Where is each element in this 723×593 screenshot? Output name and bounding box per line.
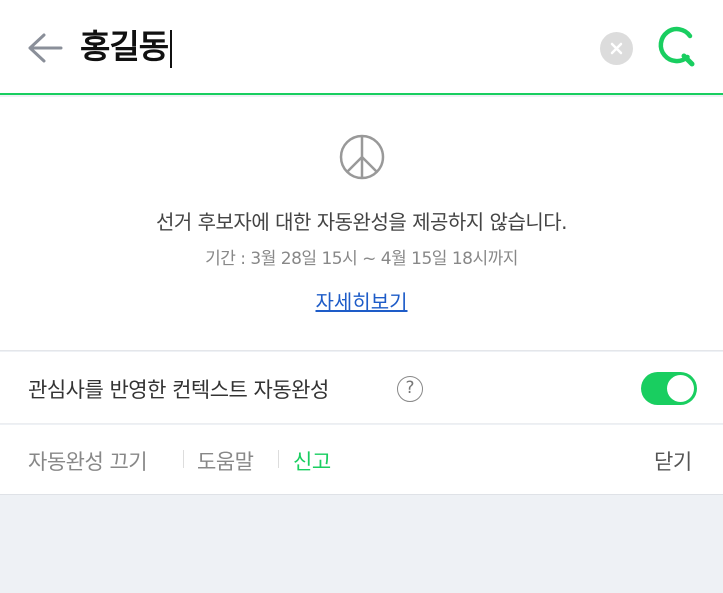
search-query-text: 홍길동 (80, 27, 169, 66)
back-arrow-icon[interactable] (24, 27, 64, 67)
notice-message: 선거 후보자에 대한 자동완성을 제공하지 않습니다. (155, 210, 568, 234)
context-autocomplete-row: 관심사를 반영한 컨텍스트 자동완성 ? (0, 352, 723, 424)
divider (183, 450, 184, 468)
search-bar: 홍길동 (0, 0, 723, 95)
election-peace-icon (338, 133, 386, 181)
autocomplete-footer: 자동완성 끄기 도움말 신고 닫기 (0, 425, 723, 495)
notice-period: 기간 : 3월 28일 15시 ~ 4월 15일 18시까지 (205, 249, 518, 269)
text-caret (170, 29, 173, 68)
help-link[interactable]: 도움말 (197, 446, 254, 476)
turn-off-autocomplete-link[interactable]: 자동완성 끄기 (28, 446, 148, 476)
toggle-knob (667, 375, 694, 402)
clear-x-icon[interactable] (600, 32, 633, 65)
context-autocomplete-toggle[interactable] (641, 372, 697, 405)
help-icon[interactable]: ? (397, 376, 423, 402)
divider (278, 450, 279, 468)
details-link[interactable]: 자세히보기 (0, 286, 723, 315)
search-input[interactable]: 홍길동 (80, 24, 173, 70)
election-notice: 선거 후보자에 대한 자동완성을 제공하지 않습니다. 기간 : 3월 28일 … (0, 97, 723, 351)
close-button[interactable]: 닫기 (654, 446, 692, 476)
search-icon[interactable] (654, 24, 700, 70)
context-autocomplete-label: 관심사를 반영한 컨텍스트 자동완성 (28, 378, 329, 402)
report-link[interactable]: 신고 (293, 446, 331, 476)
